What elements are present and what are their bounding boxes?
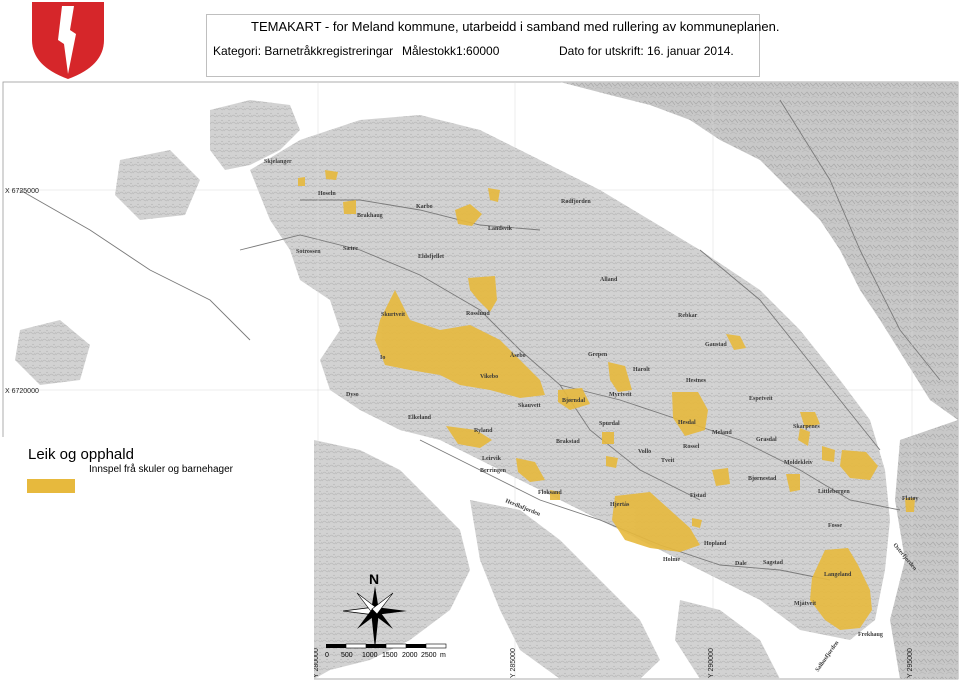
place-holme: Holme xyxy=(663,557,680,563)
legend-title: Leik og opphald xyxy=(28,446,134,463)
scale-bar-seg-6 xyxy=(425,643,447,649)
place-hestnes: Hestnes xyxy=(686,378,707,384)
place-mjatveit: Mjåtveit xyxy=(794,600,816,607)
place-langeland: Langeland xyxy=(824,572,852,578)
map-scale: Målestokk1:60000 xyxy=(402,44,500,58)
scale-tick-1500: 1500 xyxy=(382,652,398,659)
place-harolt: Harolt xyxy=(633,367,650,373)
place-floksand: Floksand xyxy=(538,490,562,496)
place-dale: Dale xyxy=(735,561,747,567)
map-title: TEMAKART - for Meland kommune, utarbeidd… xyxy=(251,19,780,34)
coord-y-6725000: X 6725000 xyxy=(5,188,39,195)
place-io: Io xyxy=(380,355,385,361)
place-berringen: Berringen xyxy=(480,468,507,474)
place-rebkar: Rebkar xyxy=(678,313,698,319)
scale-bar-seg-3 xyxy=(366,644,386,648)
area-vollo xyxy=(606,456,618,468)
place-skarpenes: Skarpenes xyxy=(793,424,820,430)
place-spurdal: Spurdal xyxy=(599,421,620,427)
place-myrtveit: Myrtveit xyxy=(609,392,632,398)
place-meland: Meland xyxy=(712,430,732,436)
place-aserbo: Åsebo xyxy=(510,351,526,359)
place-hesdal: Hesdal xyxy=(678,420,696,426)
place-landsvik: Landsvik xyxy=(488,226,513,232)
scale-tick-unit: m xyxy=(440,652,446,659)
coord-x-280000: Y 280000 xyxy=(313,648,320,678)
place-espetveit: Espetveit xyxy=(749,396,773,402)
place-gaustad: Gaustad xyxy=(705,342,727,348)
scale-tick-2000: 2000 xyxy=(402,652,418,659)
place-eldsfjellet: Eldsfjellet xyxy=(418,254,444,260)
place-rossel: Rossel xyxy=(683,444,700,450)
coord-y-6720000: X 6720000 xyxy=(5,388,39,395)
place-rodfjorden: Rødfjorden xyxy=(561,199,591,205)
place-karbo: Karbo xyxy=(416,204,433,210)
place-vollo: Vollo xyxy=(638,449,651,455)
place-alland: Alland xyxy=(600,277,618,283)
place-skauvet: Skauvett xyxy=(518,403,541,409)
area-spurdal xyxy=(602,432,614,444)
place-fistad: Fistad xyxy=(690,493,707,499)
place-sotrossen: Sotrossen xyxy=(296,249,321,255)
place-elkeland: Elkeland xyxy=(408,415,432,421)
print-date: Dato for utskrift: 16. januar 2014. xyxy=(559,44,734,58)
scale-bar-seg-5 xyxy=(406,644,426,648)
scale-tick-500: 500 xyxy=(341,652,353,659)
place-bjornestad: Bjørnestad xyxy=(748,476,777,482)
place-hopland: Hopland xyxy=(704,541,727,547)
title-box: TEMAKART - for Meland kommune, utarbeidd… xyxy=(206,14,779,77)
place-sotre: Sætre xyxy=(343,246,358,252)
legend-swatch xyxy=(27,479,75,493)
municipal-coat-of-arms xyxy=(32,2,104,79)
place-hjertas: Hjertås xyxy=(610,501,630,508)
place-moldekleiv: Moldekleiv xyxy=(784,460,813,466)
scale-bar-seg-2 xyxy=(345,643,367,649)
place-frekhaug: Frekhaug xyxy=(858,632,883,638)
coord-x-285000: Y 285000 xyxy=(510,648,517,678)
area-brakhaug xyxy=(343,200,356,214)
area-hoseln xyxy=(298,177,305,186)
place-fosse: Fosse xyxy=(828,523,842,529)
scale-tick-1000: 1000 xyxy=(362,652,378,659)
legend-item-label: Innspel frå skuler og barnehager xyxy=(89,464,233,475)
place-vikebo: Vikebo xyxy=(480,374,498,380)
place-dyso: Dyso xyxy=(346,392,359,398)
coord-x-290000: Y 290000 xyxy=(708,648,715,678)
scale-bar-seg-1 xyxy=(326,644,346,648)
place-leirvik: Leirvik xyxy=(482,456,502,462)
scale-tick-0: 0 xyxy=(325,652,329,659)
legend-panel: Leik og opphald Innspel frå skuler og ba… xyxy=(0,437,314,681)
place-skjelanger: Skjelanger xyxy=(264,159,292,165)
place-littlebergen: Littlebergen xyxy=(818,489,850,495)
place-skurtveit: Skurtveit xyxy=(381,312,405,318)
map-category: Kategori: Barnetråkkregistreringar xyxy=(213,44,394,58)
place-ryland: Ryland xyxy=(474,428,493,434)
place-brakstad: Brakstad xyxy=(556,439,580,445)
place-bjorndal: Bjørndal xyxy=(562,398,585,404)
place-tveit: Tveit xyxy=(661,458,674,464)
place-grasdal: Grasdal xyxy=(756,437,777,443)
place-brakhaug: Brakhaug xyxy=(357,213,383,219)
scale-bar-seg-4 xyxy=(385,643,407,649)
scale-tick-2500: 2500 xyxy=(421,652,437,659)
north-arrow-label: N xyxy=(369,571,379,587)
coord-x-295000: Y 295000 xyxy=(907,648,914,678)
place-sagstad: Sagstad xyxy=(763,560,784,566)
place-flatoy: Flatøy xyxy=(902,496,918,502)
scale-bar: 0 500 1000 1500 2000 2500 m xyxy=(325,643,447,659)
place-hoseln: Hoseln xyxy=(318,191,336,197)
place-grepen: Grepen xyxy=(588,352,608,358)
place-rosslund: Rosslund xyxy=(466,311,490,317)
